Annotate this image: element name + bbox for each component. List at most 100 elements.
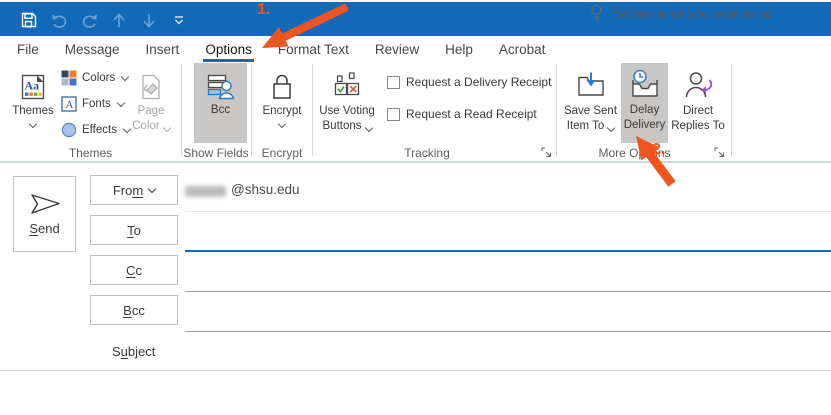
to-button[interactable]: To	[90, 215, 178, 245]
tab-help[interactable]: Help	[445, 36, 473, 62]
bcc-fields-label: Bcc	[211, 103, 230, 118]
bcc-button[interactable]: Bcc	[90, 295, 178, 325]
send-button[interactable]: Send	[13, 176, 76, 252]
read-receipt-checkbox[interactable]	[387, 108, 400, 121]
bcc-fields-icon	[207, 67, 234, 100]
theme-effects-button[interactable]: Effects	[61, 119, 130, 141]
save-sent-item-icon	[576, 68, 606, 101]
lock-icon	[270, 68, 294, 101]
save-sent-label-line2: Item To	[567, 119, 605, 134]
quick-access-toolbar	[0, 2, 194, 38]
group-separator	[731, 64, 732, 156]
subject-label: Subject	[112, 344, 155, 359]
delay-delivery-icon	[629, 67, 660, 100]
delivery-receipt-checkbox[interactable]	[387, 76, 400, 89]
chevron-down-icon	[162, 123, 170, 131]
tab-review[interactable]: Review	[375, 36, 419, 62]
theme-fonts-icon: A	[61, 96, 77, 112]
theme-colors-button[interactable]: Colors	[61, 67, 128, 89]
direct-replies-to-button[interactable]: Direct Replies To	[670, 64, 726, 143]
group-label-more-options: More Options	[557, 146, 712, 160]
group-separator	[312, 64, 313, 156]
page-color-icon	[138, 68, 164, 101]
redo-button[interactable]	[74, 3, 104, 37]
use-voting-buttons-button[interactable]: Use Voting Buttons	[316, 64, 378, 143]
direct-replies-label-line1: Direct	[683, 104, 713, 119]
save-sent-label-line1: Save Sent	[564, 104, 617, 119]
customize-quick-access-toolbar-button[interactable]	[164, 3, 194, 37]
tell-me-label: Tell me what you want to do	[612, 6, 772, 21]
from-button[interactable]: From	[90, 175, 178, 205]
delivery-receipt-checkbox-row: Request a Delivery Receipt	[387, 75, 551, 89]
theme-fonts-label: Fonts	[82, 98, 111, 110]
use-voting-label-line2: Buttons	[323, 119, 362, 134]
lightbulb-icon	[590, 4, 603, 22]
svg-text:A: A	[66, 99, 74, 111]
delay-delivery-button[interactable]: Delay Delivery	[621, 63, 668, 143]
group-separator	[556, 64, 557, 156]
read-receipt-checkbox-row: Request a Read Receipt	[387, 107, 537, 121]
cc-input[interactable]	[185, 253, 831, 289]
tab-acrobat[interactable]: Acrobat	[499, 36, 546, 62]
redo-icon	[81, 13, 98, 28]
theme-effects-icon	[61, 122, 77, 138]
from-button-label: From	[113, 183, 143, 198]
tab-message[interactable]: Message	[65, 36, 120, 62]
encrypt-button[interactable]: Encrypt	[256, 64, 308, 143]
tell-me-box[interactable]: Tell me what you want to do	[590, 0, 772, 26]
save-sent-item-to-button[interactable]: Save Sent Item To	[561, 64, 620, 143]
move-down-button[interactable]	[134, 3, 164, 37]
tab-file[interactable]: File	[17, 36, 39, 62]
read-receipt-label[interactable]: Request a Read Receipt	[406, 107, 537, 121]
theme-colors-label: Colors	[82, 72, 115, 84]
chevron-down-icon	[364, 123, 372, 131]
group-label-themes: Themes	[0, 146, 181, 160]
group-label-tracking: Tracking	[313, 146, 541, 160]
tab-options[interactable]: Options	[205, 36, 252, 62]
cc-button-label: Cc	[126, 263, 142, 278]
chevron-down-icon	[607, 123, 615, 131]
send-plane-icon	[29, 193, 61, 215]
voting-buttons-icon	[334, 68, 361, 101]
undo-button[interactable]	[44, 3, 74, 37]
save-icon	[21, 12, 37, 28]
theme-fonts-button[interactable]: A Fonts	[61, 93, 124, 115]
ribbon-tab-row: File Message Insert Options Format Text …	[0, 36, 831, 62]
message-header: Send From To Cc Bcc @shsu.edu Subject	[0, 163, 831, 415]
move-down-icon	[142, 13, 156, 28]
more-options-dialog-launcher[interactable]	[713, 146, 725, 158]
group-label-encrypt: Encrypt	[252, 146, 312, 160]
customize-quick-access-toolbar-icon	[174, 16, 184, 25]
send-button-label: Send	[29, 221, 59, 236]
move-up-icon	[112, 13, 126, 28]
tracking-dialog-launcher[interactable]	[540, 146, 552, 158]
chevron-down-icon	[278, 120, 286, 128]
to-field-line-focused	[185, 250, 831, 252]
themes-icon: Aa	[20, 68, 47, 101]
cc-button[interactable]: Cc	[90, 255, 178, 285]
group-label-show-fields: Show Fields	[181, 146, 251, 160]
save-button[interactable]	[14, 3, 44, 37]
bcc-input[interactable]	[185, 293, 831, 329]
message-body[interactable]	[0, 371, 831, 415]
tab-insert[interactable]: Insert	[146, 36, 180, 62]
to-input[interactable]	[185, 213, 831, 249]
themes-button[interactable]: Aa Themes	[9, 64, 57, 143]
encrypt-label: Encrypt	[263, 104, 302, 119]
chevron-down-icon	[29, 120, 37, 128]
chevron-down-icon	[117, 98, 125, 106]
theme-colors-icon	[61, 70, 77, 86]
cc-field-line	[185, 291, 831, 292]
outlook-compose-window: File Message Insert Options Format Text …	[0, 0, 831, 415]
bcc-fields-button[interactable]: Bcc	[194, 63, 247, 143]
move-up-button[interactable]	[104, 3, 134, 37]
svg-text:Aa: Aa	[24, 79, 39, 93]
from-field[interactable]	[185, 173, 831, 209]
page-color-label-line1: Page	[138, 104, 165, 119]
tab-format-text[interactable]: Format Text	[278, 36, 349, 62]
group-separator	[251, 64, 252, 156]
delivery-receipt-label[interactable]: Request a Delivery Receipt	[406, 75, 551, 89]
page-color-button: Page Color	[128, 64, 174, 143]
use-voting-label-line1: Use Voting	[319, 104, 375, 119]
subject-input[interactable]	[185, 335, 831, 371]
